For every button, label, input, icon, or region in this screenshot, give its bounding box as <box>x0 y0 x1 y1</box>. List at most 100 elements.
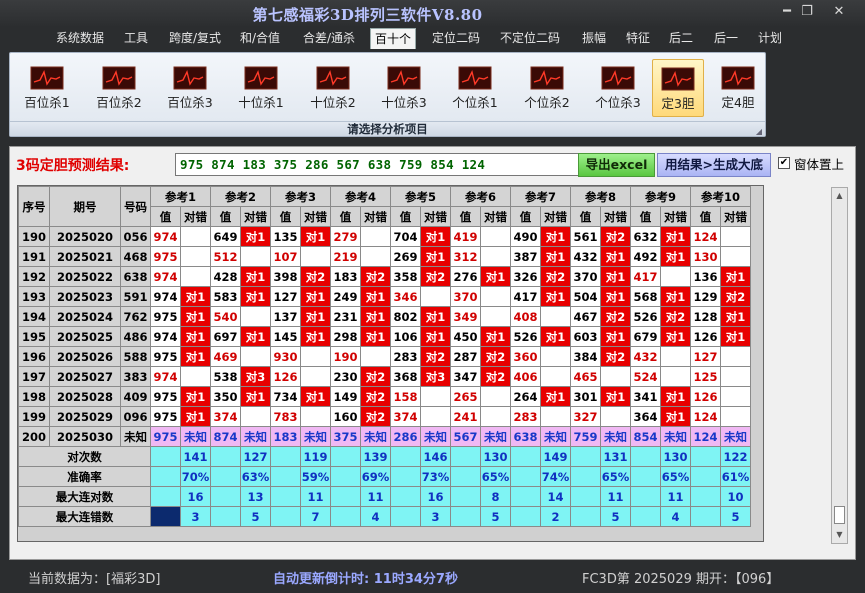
generate-base-button[interactable]: 用结果>生成大底 <box>657 153 771 177</box>
table-row[interactable]: 194 2025024 762 975 对1 540 137 对1 231 对1 802 对1 349 4… <box>18 306 751 327</box>
table-row[interactable]: 193 2025023 591 974 对1 583 对1 127 对1 249 对1 346 370 4… <box>18 286 751 307</box>
result-subheader: 对错 <box>240 206 271 227</box>
stats-spacer-cell <box>450 486 481 507</box>
minimize-button[interactable]: ━ <box>776 3 798 21</box>
value-cell: 975 <box>150 386 181 407</box>
result-cell <box>720 366 751 387</box>
value-cell: 524 <box>630 366 661 387</box>
scroll-down-icon[interactable]: ▼ <box>832 527 847 543</box>
menu-item-4[interactable]: 合差/通杀 <box>299 28 359 48</box>
stats-value-cell: 61% <box>720 466 751 487</box>
result-cell <box>480 286 511 307</box>
result-cell: 对1 <box>540 246 571 267</box>
close-button[interactable]: ✕ <box>828 3 850 21</box>
result-cell <box>480 246 511 267</box>
ribbon-button-0[interactable]: 百位杀1 <box>14 59 80 117</box>
menu-item-2[interactable]: 跨度/复式 <box>165 28 225 48</box>
result-cell: 对2 <box>600 226 631 247</box>
menu-item-1[interactable]: 工具 <box>120 28 152 48</box>
chart-icon <box>173 66 207 90</box>
ribbon-button-8[interactable]: 个位杀3 <box>585 59 651 117</box>
window-title: 第七感福彩3D排列三软件V8.80 <box>252 6 483 24</box>
ref-header: 参考7 <box>510 186 571 207</box>
table-row[interactable]: 198 2025028 409 975 对1 350 对1 734 对1 149 对2 158 265 2… <box>18 386 751 407</box>
table-row[interactable]: 200 2025030 未知 975 未知 874 未知 183 未知 375 未知 286 未知 567… <box>18 426 751 447</box>
stats-value-cell: 74% <box>540 466 571 487</box>
table-row[interactable]: 197 2025027 383 974 538 对3 126 230 对2 368 对3 347 对2 4… <box>18 366 751 387</box>
stats-spacer-cell <box>570 466 601 487</box>
ribbon-button-6[interactable]: 个位杀1 <box>442 59 508 117</box>
value-cell: 975 <box>150 346 181 367</box>
ribbon-button-2[interactable]: 百位杀3 <box>157 59 223 117</box>
stats-value-cell: 13 <box>240 486 271 507</box>
ribbon-button-9[interactable]: 定3胆 <box>652 59 704 117</box>
menu-item-5[interactable]: 百十个 <box>370 28 417 49</box>
ribbon-button-label: 十位杀2 <box>310 95 356 110</box>
value-cell: 264 <box>510 386 541 407</box>
menu-item-7[interactable]: 不定位二码 <box>496 28 564 48</box>
stats-spacer-cell <box>330 466 361 487</box>
expand-corner-icon[interactable]: ◢ <box>756 124 762 139</box>
ribbon-button-1[interactable]: 百位杀2 <box>86 59 152 117</box>
value-cell: 128 <box>690 306 721 327</box>
table-row[interactable]: 190 2025020 056 974 649 对1 135 对1 279 704 对1 419 490… <box>18 226 751 247</box>
ribbon-button-4[interactable]: 十位杀2 <box>300 59 366 117</box>
table-row[interactable]: 192 2025022 638 974 428 对1 398 对2 183 对2 358 对2 276 对… <box>18 266 751 287</box>
seq-cell: 194 <box>18 306 50 327</box>
stats-spacer-cell <box>210 446 241 467</box>
result-subheader: 对错 <box>180 206 211 227</box>
menu-item-11[interactable]: 后一 <box>710 28 742 48</box>
value-cell: 465 <box>570 366 601 387</box>
result-cell: 对1 <box>660 246 691 267</box>
value-cell: 374 <box>210 406 241 427</box>
chart-icon <box>102 66 136 90</box>
ribbon-button-10[interactable]: 定4胆 <box>712 59 764 117</box>
value-cell: 106 <box>390 326 421 347</box>
result-cell <box>720 246 751 267</box>
menu-item-9[interactable]: 特征 <box>622 28 654 48</box>
vertical-scrollbar[interactable]: ▲ ▼ <box>831 187 848 544</box>
result-subheader: 对错 <box>600 206 631 227</box>
result-cell: 对1 <box>660 286 691 307</box>
value-cell: 276 <box>450 266 481 287</box>
stats-spacer-cell <box>390 506 421 527</box>
restore-button[interactable]: ❐ <box>796 3 818 21</box>
stats-value-cell: 5 <box>600 506 631 527</box>
result-cell: 对1 <box>240 286 271 307</box>
export-excel-button[interactable]: 导出excel <box>578 153 655 177</box>
scroll-up-icon[interactable]: ▲ <box>832 188 847 204</box>
value-cell: 406 <box>510 366 541 387</box>
ribbon-button-3[interactable]: 十位杀1 <box>228 59 294 117</box>
menu-item-8[interactable]: 振幅 <box>578 28 610 48</box>
result-cell: 对1 <box>540 226 571 247</box>
result-cell <box>240 246 271 267</box>
scroll-thumb[interactable] <box>834 506 845 524</box>
value-cell: 269 <box>390 246 421 267</box>
pin-window-checkbox[interactable]: ✔ <box>778 157 790 169</box>
result-cell: 对3 <box>240 366 271 387</box>
menu-item-12[interactable]: 计划 <box>754 28 786 48</box>
table-row[interactable]: 191 2025021 468 975 512 107 219 269 对1 312 387 对1 43… <box>18 246 751 267</box>
ribbon-footer: 请选择分析项目 ◢ <box>10 121 765 136</box>
ribbon-button-5[interactable]: 十位杀3 <box>371 59 437 117</box>
prediction-result-field[interactable]: 975 874 183 375 286 567 638 759 854 124 <box>175 153 579 176</box>
ribbon-button-7[interactable]: 个位杀2 <box>514 59 580 117</box>
result-cell <box>540 306 571 327</box>
menu-item-6[interactable]: 定位二码 <box>428 28 484 48</box>
result-cell: 对1 <box>180 306 211 327</box>
menu-item-0[interactable]: 系统数据 <box>52 28 108 48</box>
stats-spacer-cell <box>630 506 661 527</box>
stats-value-cell: 2 <box>540 506 571 527</box>
value-subheader: 值 <box>210 206 241 227</box>
menu-item-10[interactable]: 后二 <box>665 28 697 48</box>
value-cell: 312 <box>450 246 481 267</box>
value-subheader: 值 <box>270 206 301 227</box>
menu-item-3[interactable]: 和/合值 <box>236 28 284 48</box>
table-row[interactable]: 196 2025026 588 975 对1 469 930 190 283 对2 287 对2 360… <box>18 346 751 367</box>
stats-spacer-cell <box>390 466 421 487</box>
result-cell: 未知 <box>360 426 391 447</box>
value-cell: 975 <box>150 306 181 327</box>
table-row[interactable]: 195 2025025 486 974 对1 697 对1 145 对1 298 对1 106 对1 45… <box>18 326 751 347</box>
table-row[interactable]: 199 2025029 096 975 对1 374 783 160 对2 374 241 283 32… <box>18 406 751 427</box>
result-cell: 对1 <box>360 286 391 307</box>
